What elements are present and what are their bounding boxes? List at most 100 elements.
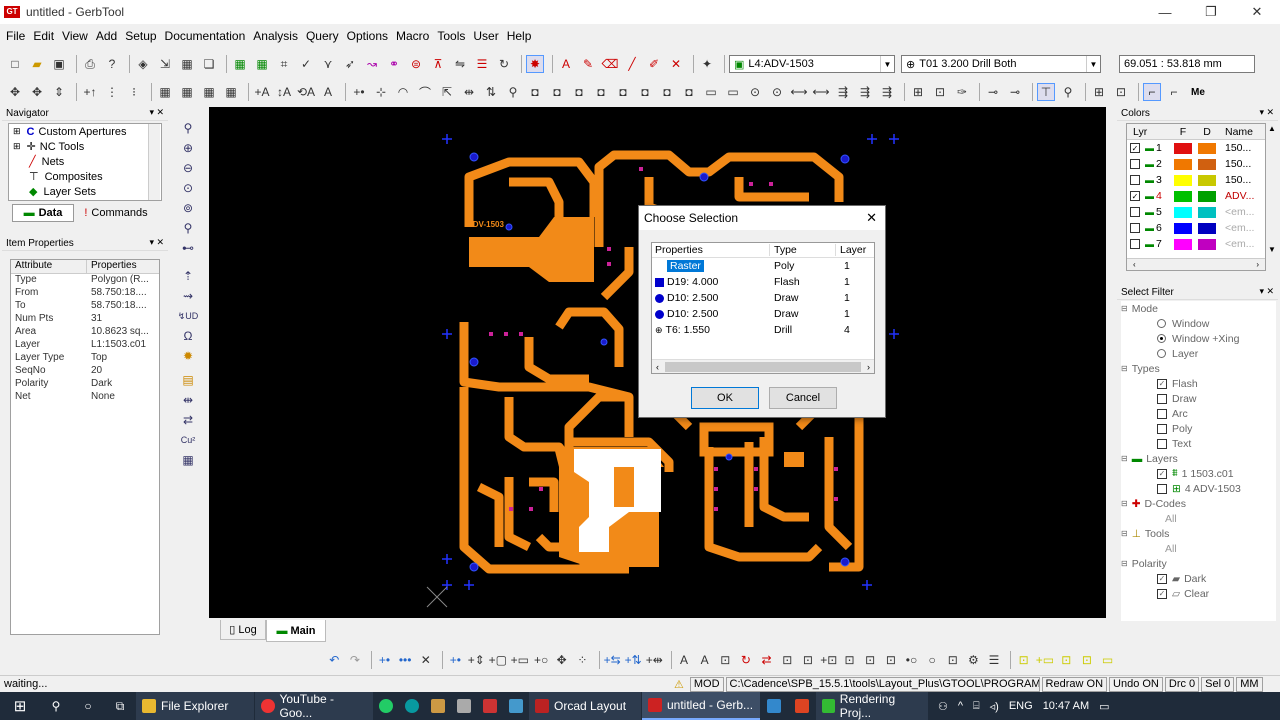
select-7-icon[interactable]: ⊡ bbox=[944, 651, 961, 669]
notification-icon[interactable]: ▭ bbox=[1099, 700, 1109, 713]
table-edit-icon[interactable]: ▦ bbox=[178, 83, 196, 101]
type-flash-checkbox[interactable]: ✓ bbox=[1157, 378, 1167, 389]
cross-probe-icon[interactable]: ⇹ bbox=[178, 390, 198, 410]
stack-icon[interactable]: ☰ bbox=[473, 55, 491, 73]
flash-color-swatch[interactable] bbox=[1174, 158, 1192, 170]
frame-del-icon[interactable]: ▭ bbox=[1099, 651, 1116, 669]
snap-point-icon[interactable]: +• bbox=[447, 651, 464, 669]
zoom-previous-icon[interactable]: ⚲ bbox=[178, 218, 198, 238]
snap-grid-icon[interactable]: ⁘ bbox=[574, 651, 591, 669]
pad-7-icon[interactable]: ◘ bbox=[658, 83, 676, 101]
draw-color-swatch[interactable] bbox=[1198, 222, 1216, 234]
stamp-icon[interactable]: ⊡ bbox=[717, 651, 734, 669]
nav-item-custom-apertures[interactable]: ⊞ C Custom Apertures bbox=[13, 124, 161, 139]
draw-color-swatch[interactable] bbox=[1198, 206, 1216, 218]
snap-center-icon[interactable]: ✥ bbox=[553, 651, 570, 669]
pad-5-icon[interactable]: ◘ bbox=[614, 83, 632, 101]
draw-color-swatch[interactable] bbox=[1198, 158, 1216, 170]
task-view-icon[interactable]: ⧉ bbox=[104, 692, 136, 720]
swap-icon[interactable]: ⇄ bbox=[178, 410, 198, 430]
measure-icon[interactable]: ⊡ bbox=[1112, 83, 1130, 101]
split-icon[interactable]: ⇹ bbox=[460, 83, 478, 101]
select-5-icon[interactable]: •○ bbox=[903, 651, 920, 669]
frame-move-icon[interactable]: ⊡ bbox=[1058, 651, 1075, 669]
color-layer-row[interactable]: ▬ 5 <em... bbox=[1127, 204, 1265, 220]
corner-icon[interactable]: ⌐ bbox=[1143, 83, 1161, 101]
flow-3-icon[interactable]: ⇶ bbox=[878, 83, 896, 101]
check-icon[interactable]: ✓ bbox=[297, 55, 315, 73]
type-flash-option[interactable]: ✓ Flash bbox=[1121, 376, 1276, 391]
refresh-icon[interactable]: ↻ bbox=[495, 55, 513, 73]
align-icon[interactable]: +↑ bbox=[81, 83, 99, 101]
zoom-in-icon[interactable]: ⊕ bbox=[178, 138, 198, 158]
selection-row[interactable]: Raster Poly 1 bbox=[652, 258, 874, 274]
flip-both-icon[interactable]: +⇹ bbox=[646, 651, 663, 669]
menu-user[interactable]: User bbox=[473, 29, 498, 43]
mirror-icon[interactable]: ⇋ bbox=[451, 55, 469, 73]
snap-rect-icon[interactable]: +▭ bbox=[511, 651, 529, 669]
cortana-icon[interactable]: ○ bbox=[72, 692, 104, 720]
type-text-checkbox[interactable] bbox=[1157, 438, 1167, 449]
pad-3-icon[interactable]: ◘ bbox=[570, 83, 588, 101]
select-icon[interactable]: +⊡ bbox=[820, 651, 837, 669]
color-layer-row[interactable]: ▬ 6 <em... bbox=[1127, 220, 1265, 236]
frame-add-icon[interactable]: +▭ bbox=[1036, 651, 1054, 669]
tray-network-icon[interactable]: ⌸ bbox=[973, 700, 980, 713]
color-layer-row[interactable]: ▬ 7 <em... bbox=[1127, 236, 1265, 252]
flow-icon[interactable]: ⇶ bbox=[834, 83, 852, 101]
settings-icon[interactable]: ⚙ bbox=[965, 651, 982, 669]
nav-item-composites[interactable]: ⊤ Composites bbox=[13, 169, 161, 184]
table-remove-icon[interactable]: ▦ bbox=[222, 83, 240, 101]
grid-toggle-icon[interactable]: ⊞ bbox=[1090, 83, 1108, 101]
snap-box-icon[interactable]: +▢ bbox=[489, 651, 507, 669]
tab-log[interactable]: ▯ Log bbox=[220, 620, 266, 640]
list-icon[interactable]: ☰ bbox=[986, 651, 1003, 669]
selection-row[interactable]: D19: 4.000 Flash 1 bbox=[652, 274, 874, 290]
pan-icon[interactable]: ⊡ bbox=[931, 83, 949, 101]
layer-1-option[interactable]: ✓ ⩩ 1 1503.c01 bbox=[1121, 466, 1276, 481]
type-draw-checkbox[interactable] bbox=[1157, 393, 1167, 404]
zoom-box-icon[interactable]: ⊞ bbox=[909, 83, 927, 101]
mode-window-xing-option[interactable]: Window +Xing bbox=[1121, 331, 1276, 346]
pencil-icon[interactable]: ✎ bbox=[579, 55, 597, 73]
dcodes-all[interactable]: All bbox=[1121, 511, 1276, 526]
tool-select[interactable]: ⊕ T01 3.200 Drill Both ▼ bbox=[901, 55, 1101, 73]
whatsapp-icon[interactable] bbox=[373, 692, 399, 720]
flash-color-swatch[interactable] bbox=[1174, 142, 1192, 154]
select-4-icon[interactable]: ⊡ bbox=[883, 651, 900, 669]
grid-select-icon[interactable]: ▦ bbox=[253, 55, 271, 73]
col-type[interactable]: Type bbox=[770, 244, 836, 256]
bug-icon[interactable]: ✸ bbox=[526, 55, 544, 73]
type-text-option[interactable]: Text bbox=[1121, 436, 1276, 451]
route-add-icon[interactable]: +• bbox=[376, 651, 393, 669]
via-2-icon[interactable]: ⊙ bbox=[768, 83, 786, 101]
selection-hscrollbar[interactable]: ‹ › bbox=[652, 359, 874, 373]
polarity-clear-checkbox[interactable]: ✓ bbox=[1157, 588, 1167, 599]
filter-layers-group[interactable]: ⊟ ▬ Layers bbox=[1121, 451, 1276, 466]
scroll-right-icon[interactable]: › bbox=[1256, 260, 1259, 269]
net-icon[interactable]: ↝ bbox=[363, 55, 381, 73]
frame-copy-icon[interactable]: ⊡ bbox=[1079, 651, 1096, 669]
nav-item-nets[interactable]: ╱ Nets bbox=[13, 154, 161, 169]
mode-layer-radio[interactable] bbox=[1157, 349, 1166, 358]
mode-layer-option[interactable]: Layer bbox=[1121, 346, 1276, 361]
select-3-icon[interactable]: ⊡ bbox=[862, 651, 879, 669]
edge-icon[interactable] bbox=[760, 692, 788, 720]
text-tool-2-icon[interactable]: A bbox=[696, 651, 713, 669]
panel-close-icon[interactable]: ▾ ✕ bbox=[149, 237, 164, 248]
taskbar-youtube[interactable]: YouTube - Goo... bbox=[255, 692, 373, 720]
net-trace-icon[interactable]: ⇝ bbox=[178, 286, 198, 306]
arduino-icon[interactable] bbox=[399, 692, 425, 720]
text-style-icon[interactable]: A bbox=[319, 83, 337, 101]
selection-row[interactable]: D10: 2.500 Draw 1 bbox=[652, 306, 874, 322]
layer-4-option[interactable]: ⊞ 4 ADV-1503 bbox=[1121, 481, 1276, 496]
layer-select[interactable]: ▣ L4:ADV-1503 ▼ bbox=[729, 55, 895, 73]
scale-icon[interactable]: ⊡ bbox=[779, 651, 796, 669]
swap-layer-icon[interactable]: ⇄ bbox=[758, 651, 775, 669]
mode-window-xing-radio[interactable] bbox=[1157, 334, 1166, 343]
selection-row[interactable]: ⊕ T6: 1.550 Drill 4 bbox=[652, 322, 874, 338]
zoom-pan-icon[interactable]: ⚲ bbox=[178, 118, 198, 138]
window-icon[interactable]: ❏ bbox=[200, 55, 218, 73]
me-button[interactable]: Me bbox=[1191, 87, 1205, 98]
flash-color-swatch[interactable] bbox=[1174, 222, 1192, 234]
